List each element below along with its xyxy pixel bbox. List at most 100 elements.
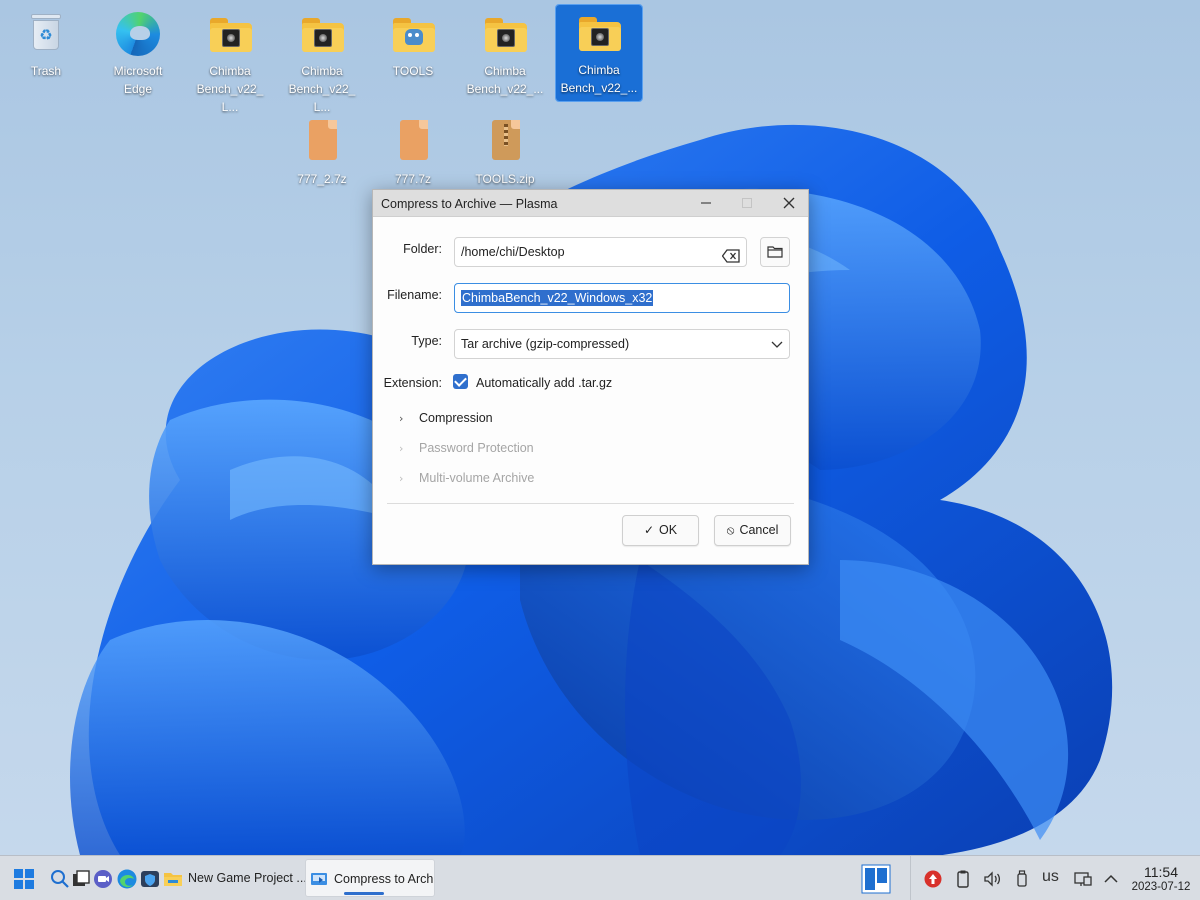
folder-input[interactable]: /home/chi/Desktop xyxy=(454,237,747,267)
cancel-button[interactable]: ⦸ Cancel xyxy=(714,515,791,546)
expander-label: Multi-volume Archive xyxy=(419,471,535,485)
type-value: Tar archive (gzip-compressed) xyxy=(461,337,630,351)
desktop-icon-zip[interactable]: TOOLS.zip xyxy=(462,114,548,192)
file-explorer-icon xyxy=(164,873,182,886)
filename-input[interactable]: ChimbaBench_v22_Windows_x32 xyxy=(454,283,790,313)
type-label: Type: xyxy=(411,334,442,348)
security-app-button[interactable] xyxy=(139,868,161,890)
tray-expand-button[interactable] xyxy=(1102,869,1120,889)
archive-icon xyxy=(389,118,437,166)
file-explorer-button[interactable] xyxy=(162,868,184,890)
windows-logo-icon xyxy=(14,869,34,889)
folder-value: /home/chi/Desktop xyxy=(461,245,565,259)
folder-label: Folder: xyxy=(403,242,442,256)
minimize-button[interactable] xyxy=(695,193,717,213)
clear-icon[interactable] xyxy=(721,245,740,263)
taskbar-task-compress-to-archive[interactable]: Compress to Archiv... xyxy=(305,859,435,897)
desktop-icon-archive[interactable]: 777_2.7z xyxy=(279,114,365,192)
folder-open-icon xyxy=(767,246,783,258)
desktop-icon-label: Trash xyxy=(30,64,62,78)
chevron-right-icon: › xyxy=(399,472,404,485)
usb-device-button[interactable] xyxy=(1013,869,1031,889)
video-chat-icon xyxy=(94,870,112,888)
desktop-icon-folder[interactable]: Chimba Bench_v22_... xyxy=(462,6,548,102)
expander-label: Compression xyxy=(419,411,493,425)
network-wired-icon xyxy=(1074,872,1092,886)
edge-taskbar-button[interactable] xyxy=(116,868,138,890)
shield-icon xyxy=(141,871,159,887)
desktop-icon-folder-selected[interactable]: Chimba Bench_v22_... xyxy=(555,4,643,102)
speaker-icon xyxy=(984,871,1001,887)
search-button[interactable] xyxy=(50,868,70,890)
desktop-icon-trash[interactable]: ♻ Trash xyxy=(3,6,89,84)
godot-folder-icon xyxy=(389,10,437,58)
divider xyxy=(387,503,794,504)
archive-icon xyxy=(298,118,346,166)
taskbar-separator xyxy=(910,856,911,900)
close-button[interactable] xyxy=(778,193,800,213)
browse-folder-button[interactable] xyxy=(760,237,790,267)
desktop-icon-folder[interactable]: Chimba Bench_v22_L... xyxy=(187,6,273,120)
keyboard-layout-indicator[interactable]: us xyxy=(1042,868,1059,888)
desktop-icon-label: Chimba Bench_v22_... xyxy=(560,63,638,95)
dialog-titlebar[interactable]: Compress to Archive — Plasma xyxy=(373,190,808,217)
desktop-icon-label: TOOLS xyxy=(392,64,434,78)
usb-drive-icon xyxy=(1017,870,1027,887)
desktop-icon-archive[interactable]: 777.7z xyxy=(370,114,456,192)
taskbar-task-new-game-project[interactable]: New Game Project ... xyxy=(188,859,308,897)
filename-value: ChimbaBench_v22_Windows_x32 xyxy=(461,290,654,306)
close-icon xyxy=(783,197,795,209)
chevron-right-icon: › xyxy=(399,442,404,455)
volume-button[interactable] xyxy=(982,869,1002,889)
desktop-icon-label: Chimba Bench_v22_L... xyxy=(196,64,264,114)
desktop-icon-label: 777.7z xyxy=(394,172,432,186)
cancel-label: Cancel xyxy=(739,523,779,537)
update-notifier-button[interactable] xyxy=(923,869,943,889)
maximize-button[interactable] xyxy=(736,193,758,213)
clipboard-icon xyxy=(957,870,969,888)
chevron-up-icon xyxy=(1104,874,1118,883)
desktop-icon-label: 777_2.7z xyxy=(297,172,347,186)
ok-button[interactable]: ✓ OK xyxy=(622,515,699,546)
ok-label: OK xyxy=(659,523,678,537)
edge-browser-icon xyxy=(114,10,162,58)
chevron-right-icon: › xyxy=(399,412,404,425)
auto-extension-checkbox[interactable] xyxy=(453,374,468,389)
folder-icon xyxy=(575,9,623,57)
task-label: Compress to Archiv... xyxy=(334,872,434,886)
taskbar: New Game Project ... Compress to Archiv.… xyxy=(0,855,1200,900)
zip-archive-icon xyxy=(481,118,529,166)
chevron-down-icon xyxy=(771,341,783,348)
desktop-icon-tools-folder[interactable]: TOOLS xyxy=(370,6,456,84)
dialog-title: Compress to Archive — Plasma xyxy=(381,197,558,211)
clipboard-button[interactable] xyxy=(953,869,973,889)
checkmark-icon: ✓ xyxy=(643,523,654,537)
compression-expander[interactable]: › Compression xyxy=(399,411,493,425)
extension-label: Extension: xyxy=(383,376,442,390)
start-menu-button[interactable] xyxy=(13,868,35,890)
task-view-icon xyxy=(73,870,90,886)
maximize-icon xyxy=(742,198,752,208)
virtual-desktop-icon xyxy=(861,864,891,894)
type-select[interactable]: Tar archive (gzip-compressed) xyxy=(454,329,790,359)
desktop-icon-label: Microsoft Edge xyxy=(113,64,163,96)
search-icon xyxy=(51,870,69,888)
folder-icon xyxy=(481,10,529,58)
clock[interactable]: 11:54 2023-07-12 xyxy=(1126,865,1196,894)
update-alert-icon xyxy=(924,870,942,888)
folder-icon xyxy=(206,10,254,58)
clock-date: 2023-07-12 xyxy=(1131,881,1191,893)
chat-app-button[interactable] xyxy=(93,868,115,890)
desktop-pager-button[interactable] xyxy=(861,864,891,894)
minimize-icon xyxy=(701,202,711,204)
auto-extension-text[interactable]: Automatically add .tar.gz xyxy=(476,376,612,390)
desktop-icon-folder[interactable]: Chimba Bench_v22_L... xyxy=(279,6,365,120)
task-view-button[interactable] xyxy=(71,868,91,890)
desktop-icon-label: Chimba Bench_v22_... xyxy=(466,64,544,96)
cancel-icon: ⦸ xyxy=(726,523,735,537)
network-button[interactable] xyxy=(1073,869,1093,889)
desktop-icon-edge[interactable]: Microsoft Edge xyxy=(95,6,181,102)
desktop-icon-label: Chimba Bench_v22_L... xyxy=(288,64,356,114)
archive-app-icon xyxy=(311,873,327,885)
password-protection-expander: › Password Protection xyxy=(399,441,534,455)
